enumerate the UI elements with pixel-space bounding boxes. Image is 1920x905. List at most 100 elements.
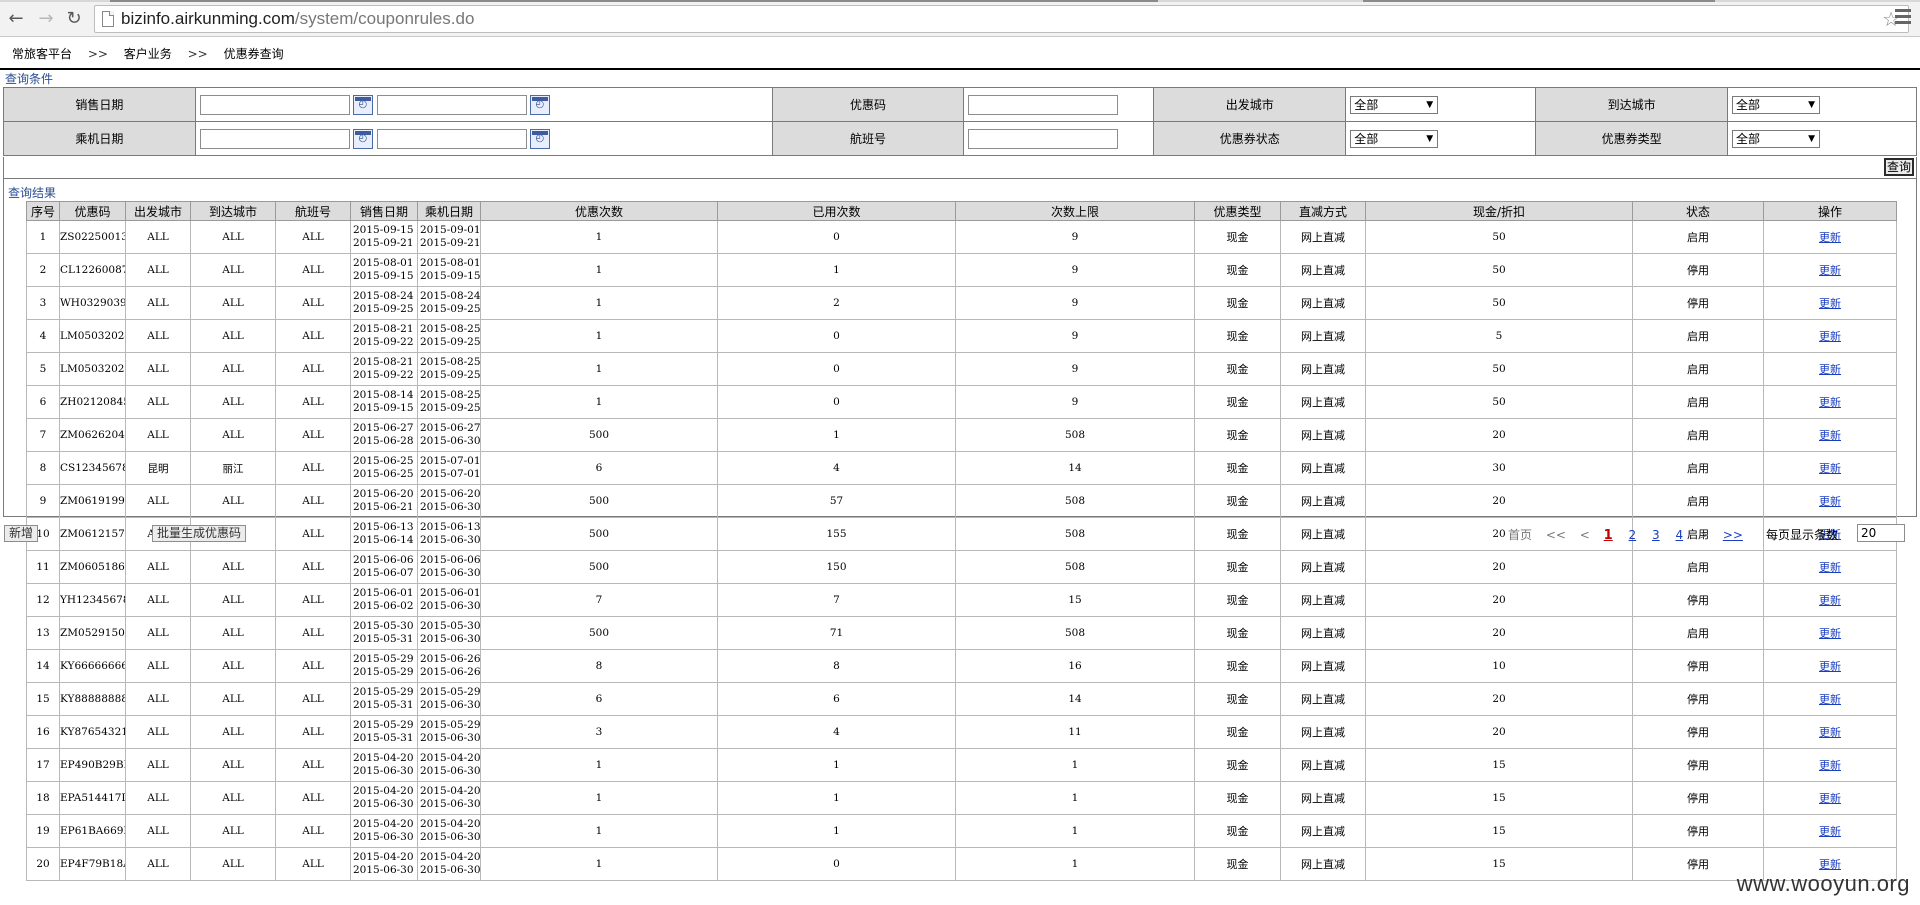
sale-date-from-input[interactable] xyxy=(199,94,350,115)
update-link[interactable]: 更新 xyxy=(1819,462,1841,475)
sale-date-to: 2015-06-30 xyxy=(353,765,414,777)
pager-page-3[interactable]: 3 xyxy=(1652,528,1660,542)
update-link[interactable]: 更新 xyxy=(1819,594,1841,607)
coupon-status-select[interactable]: 全部 ▼ xyxy=(1350,129,1439,148)
update-link[interactable]: 更新 xyxy=(1819,330,1841,343)
pager-page-2[interactable]: 2 xyxy=(1629,528,1637,542)
coupon-code: CL12260087 xyxy=(59,253,126,287)
coupon-code: EP4F79B18A xyxy=(59,847,126,881)
back-arrow-icon[interactable]: ← xyxy=(4,7,28,31)
sale-date-from: 2015-06-06 xyxy=(353,554,414,566)
calendar-icon[interactable]: ◴ xyxy=(352,94,373,115)
flight-no: ALL xyxy=(275,814,351,848)
update-link[interactable]: 更新 xyxy=(1819,495,1841,508)
sale-date-from: 2015-08-14 xyxy=(353,389,414,401)
sale-date-to-input[interactable] xyxy=(376,94,527,115)
sale-date: 2015-04-20 2015-06-30 xyxy=(350,748,418,782)
column-header: 优惠类型 xyxy=(1194,201,1281,221)
times-limit: 14 xyxy=(955,682,1195,716)
query-action-row: 查询 xyxy=(3,157,1917,179)
update-link[interactable]: 更新 xyxy=(1819,264,1841,277)
update-link[interactable]: 更新 xyxy=(1819,231,1841,244)
arr-city: ALL xyxy=(190,352,276,386)
pager-page-1[interactable]: 1 xyxy=(1604,528,1613,543)
sale-date: 2015-04-20 2015-06-30 xyxy=(350,814,418,848)
flight-date-from-input[interactable] xyxy=(199,128,350,149)
sale-date-to: 2015-06-25 xyxy=(353,468,414,480)
cash-discount: 20 xyxy=(1365,550,1633,584)
cash-discount: 50 xyxy=(1365,352,1633,386)
update-link[interactable]: 更新 xyxy=(1819,363,1841,376)
used-times: 6 xyxy=(717,682,956,716)
coupon-code: ZM06051863 xyxy=(59,550,126,584)
sale-date: 2015-04-20 2015-06-30 xyxy=(350,847,418,881)
menu-icon[interactable] xyxy=(1895,9,1911,25)
arr-city-select[interactable]: 全部 ▼ xyxy=(1732,95,1820,114)
coupon-code-input[interactable] xyxy=(968,94,1119,115)
update-link[interactable]: 更新 xyxy=(1819,297,1841,310)
dep-city: ALL xyxy=(125,847,191,881)
update-link[interactable]: 更新 xyxy=(1819,792,1841,805)
calendar-icon[interactable]: ◴ xyxy=(352,128,373,149)
calendar-icon[interactable]: ◴ xyxy=(529,128,550,149)
coupon-times: 1 xyxy=(480,220,718,254)
batch-generate-button[interactable]: 批量生成优惠码 xyxy=(152,525,247,542)
flight-no: ALL xyxy=(275,748,351,782)
coupon-status: 启用 xyxy=(1632,319,1764,353)
table-row: 2 CL12260087 ALL ALL ALL 2015-08-01 2015-09-15… xyxy=(26,253,1897,287)
row-number: 9 xyxy=(26,484,60,518)
flight-date-from: 2015-06-20 xyxy=(420,488,481,500)
dep-city: ALL xyxy=(125,781,191,815)
pager-next-double[interactable]: >> xyxy=(1723,528,1743,542)
url-host: bizinfo.airkunming.com xyxy=(121,9,295,28)
times-limit: 1 xyxy=(955,781,1195,815)
calendar-icon[interactable]: ◴ xyxy=(529,94,550,115)
pager-next[interactable]: > xyxy=(1699,528,1709,542)
breadcrumb: 常旅客平台 >> 客户业务 >> 优惠券查询 xyxy=(12,45,296,62)
pager-first[interactable]: 首页 xyxy=(1508,528,1532,542)
coupon-type: 现金 xyxy=(1194,781,1281,815)
flight-no-input[interactable] xyxy=(968,128,1119,149)
dep-city: ALL xyxy=(125,352,191,386)
dep-city: ALL xyxy=(125,253,191,287)
forward-arrow-icon[interactable]: → xyxy=(34,7,58,31)
breadcrumb-item-platform[interactable]: 常旅客平台 xyxy=(12,47,72,61)
query-button[interactable]: 查询 xyxy=(1884,158,1914,176)
dep-city-select[interactable]: 全部 ▼ xyxy=(1350,95,1439,114)
times-limit: 9 xyxy=(955,352,1195,386)
results-toolbar: 新增 批量生成优惠码 首页 << < 1 2 3 4 > >> 每页显示条数 xyxy=(0,524,1920,544)
pager-prev[interactable]: < xyxy=(1580,528,1590,542)
used-times: 1 xyxy=(717,781,956,815)
update-link[interactable]: 更新 xyxy=(1819,693,1841,706)
address-bar[interactable]: bizinfo.airkunming.com/system/couponrule… xyxy=(94,5,1909,33)
page-size-input[interactable] xyxy=(1857,524,1905,542)
pager-page-4[interactable]: 4 xyxy=(1675,528,1683,542)
sale-date-to: 2015-06-07 xyxy=(353,567,414,579)
update-link[interactable]: 更新 xyxy=(1819,396,1841,409)
update-link[interactable]: 更新 xyxy=(1819,858,1841,871)
update-link[interactable]: 更新 xyxy=(1819,627,1841,640)
flight-date-to: 2015-06-30 xyxy=(420,798,481,810)
flight-date-to-input[interactable] xyxy=(376,128,527,149)
coupon-times: 7 xyxy=(480,583,718,617)
coupon-type-select[interactable]: 全部 ▼ xyxy=(1732,129,1820,148)
update-link[interactable]: 更新 xyxy=(1819,759,1841,772)
flight-date: 2015-05-29 2015-06-30 xyxy=(417,682,481,716)
update-link[interactable]: 更新 xyxy=(1819,429,1841,442)
table-row: 7 ZM06262046 ALL ALL ALL 2015-06-27 2015-06-28… xyxy=(26,418,1897,452)
arr-city: ALL xyxy=(190,286,276,320)
update-link[interactable]: 更新 xyxy=(1819,726,1841,739)
pager-prev-double[interactable]: << xyxy=(1546,528,1566,542)
breadcrumb-item-business[interactable]: 客户业务 xyxy=(124,47,172,61)
row-number: 15 xyxy=(26,682,60,716)
flight-no: ALL xyxy=(275,286,351,320)
column-header: 优惠次数 xyxy=(480,201,718,221)
add-button[interactable]: 新增 xyxy=(4,525,39,542)
update-link[interactable]: 更新 xyxy=(1819,660,1841,673)
coupon-type: 现金 xyxy=(1194,385,1281,419)
update-link[interactable]: 更新 xyxy=(1819,825,1841,838)
times-limit: 508 xyxy=(955,616,1195,650)
reload-icon[interactable]: ↻ xyxy=(62,7,86,31)
update-link[interactable]: 更新 xyxy=(1819,561,1841,574)
discount-mode: 网上直减 xyxy=(1280,583,1366,617)
